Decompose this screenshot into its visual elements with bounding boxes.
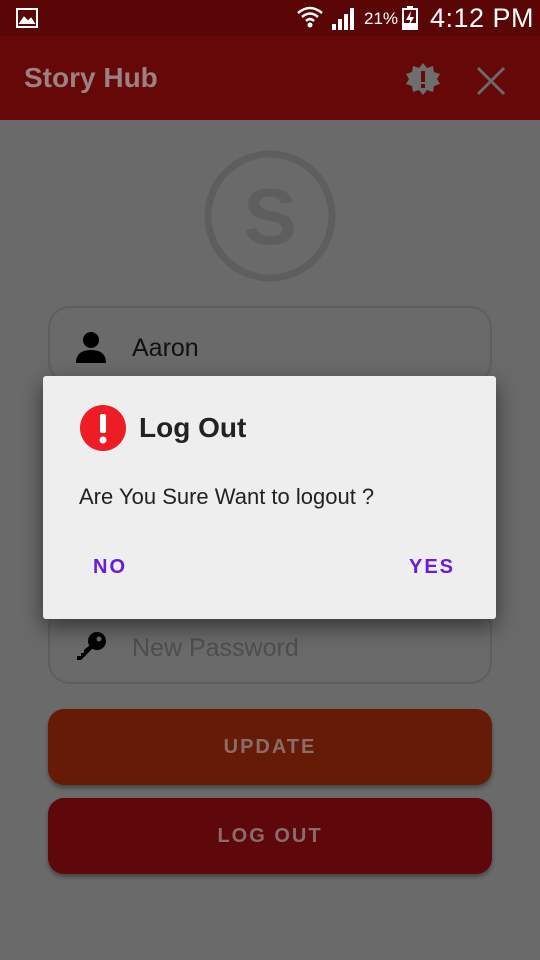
signal-icon (332, 8, 354, 30)
story-hub-logo: S (204, 150, 336, 282)
new-password-placeholder: New Password (132, 634, 299, 662)
key-icon (77, 632, 106, 660)
battery-percent: 21% (364, 9, 399, 28)
username-field[interactable]: Aaron (48, 306, 492, 384)
update-button[interactable]: UPDATE (48, 709, 492, 785)
user-icon (76, 332, 106, 363)
gear-icon[interactable] (404, 60, 442, 98)
logout-dialog: Log Out Are You Sure Want to logout ? NO… (43, 376, 496, 619)
alert-icon (80, 405, 126, 451)
logo-letter: S (243, 172, 296, 261)
dialog-message: Are You Sure Want to logout ? (79, 484, 375, 509)
status-bar: 21% 4:12 PM (0, 0, 540, 36)
close-icon[interactable] (472, 62, 510, 100)
app-bar: Story Hub (0, 36, 540, 120)
username-value: Aaron (132, 334, 199, 362)
yes-button[interactable]: YES (395, 552, 469, 583)
dialog-title: Log Out (139, 412, 247, 443)
logout-button[interactable]: LOG OUT (48, 798, 492, 874)
no-button[interactable]: NO (79, 552, 141, 583)
battery-charging-icon (402, 6, 418, 30)
app-title: Story Hub (24, 62, 158, 93)
gallery-notification-icon (16, 8, 38, 28)
wifi-icon (297, 6, 323, 28)
clock: 4:12 PM (430, 3, 535, 33)
